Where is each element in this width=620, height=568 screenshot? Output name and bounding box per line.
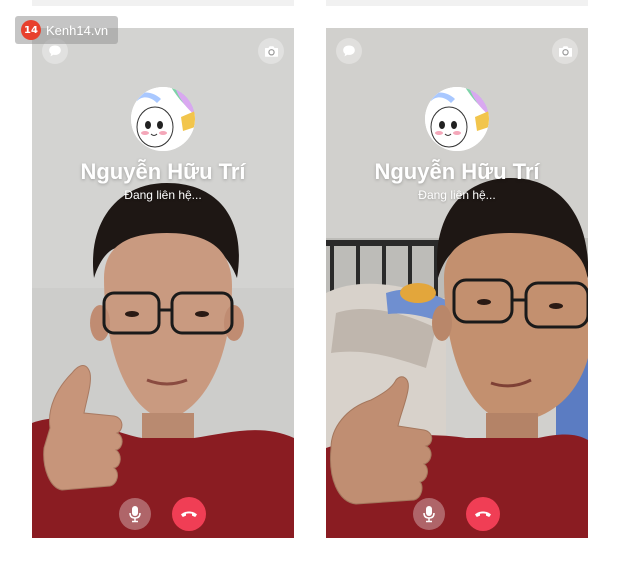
call-controls [326,497,588,532]
mute-button[interactable] [413,498,445,530]
caller-avatar [131,87,195,151]
top-strip [326,0,588,6]
microphone-icon [423,506,435,523]
call-screen-1: Nguyễn Hữu Trí Đang liên hệ... [32,28,294,538]
kenh14-watermark: 14 Kenh14.vn [15,16,118,44]
mute-button[interactable] [119,498,151,530]
chat-button[interactable] [336,38,362,64]
end-call-button[interactable] [172,497,206,531]
call-status: Đang liên hệ... [418,188,496,202]
caller-name: Nguyễn Hữu Trí [374,159,540,184]
caller-avatar [425,87,489,151]
caller-name: Nguyễn Hữu Trí [80,159,246,184]
switch-camera-button[interactable] [552,38,578,64]
kenh14-logo: 14 [21,20,41,40]
phone-hangup-icon [475,511,491,517]
call-controls [32,497,294,532]
switch-camera-button[interactable] [258,38,284,64]
bunny-avatar-image [131,87,195,151]
end-call-button[interactable] [466,497,500,531]
microphone-icon [129,506,141,523]
phone-hangup-icon [181,511,197,517]
bunny-avatar-image [425,87,489,151]
call-screen-2: Nguyễn Hữu Trí Đang liên hệ... [326,28,588,538]
chat-bubble-icon [49,45,61,57]
camera-switch-icon [264,45,278,57]
camera-switch-icon [558,45,572,57]
screenshot-page: 14 Kenh14.vn Nguyễn Hữu Trí Đang liên hệ… [0,0,620,568]
top-strip [32,0,294,6]
call-status: Đang liên hệ... [124,188,202,202]
chat-bubble-icon [343,45,355,57]
watermark-text: Kenh14.vn [46,22,109,38]
